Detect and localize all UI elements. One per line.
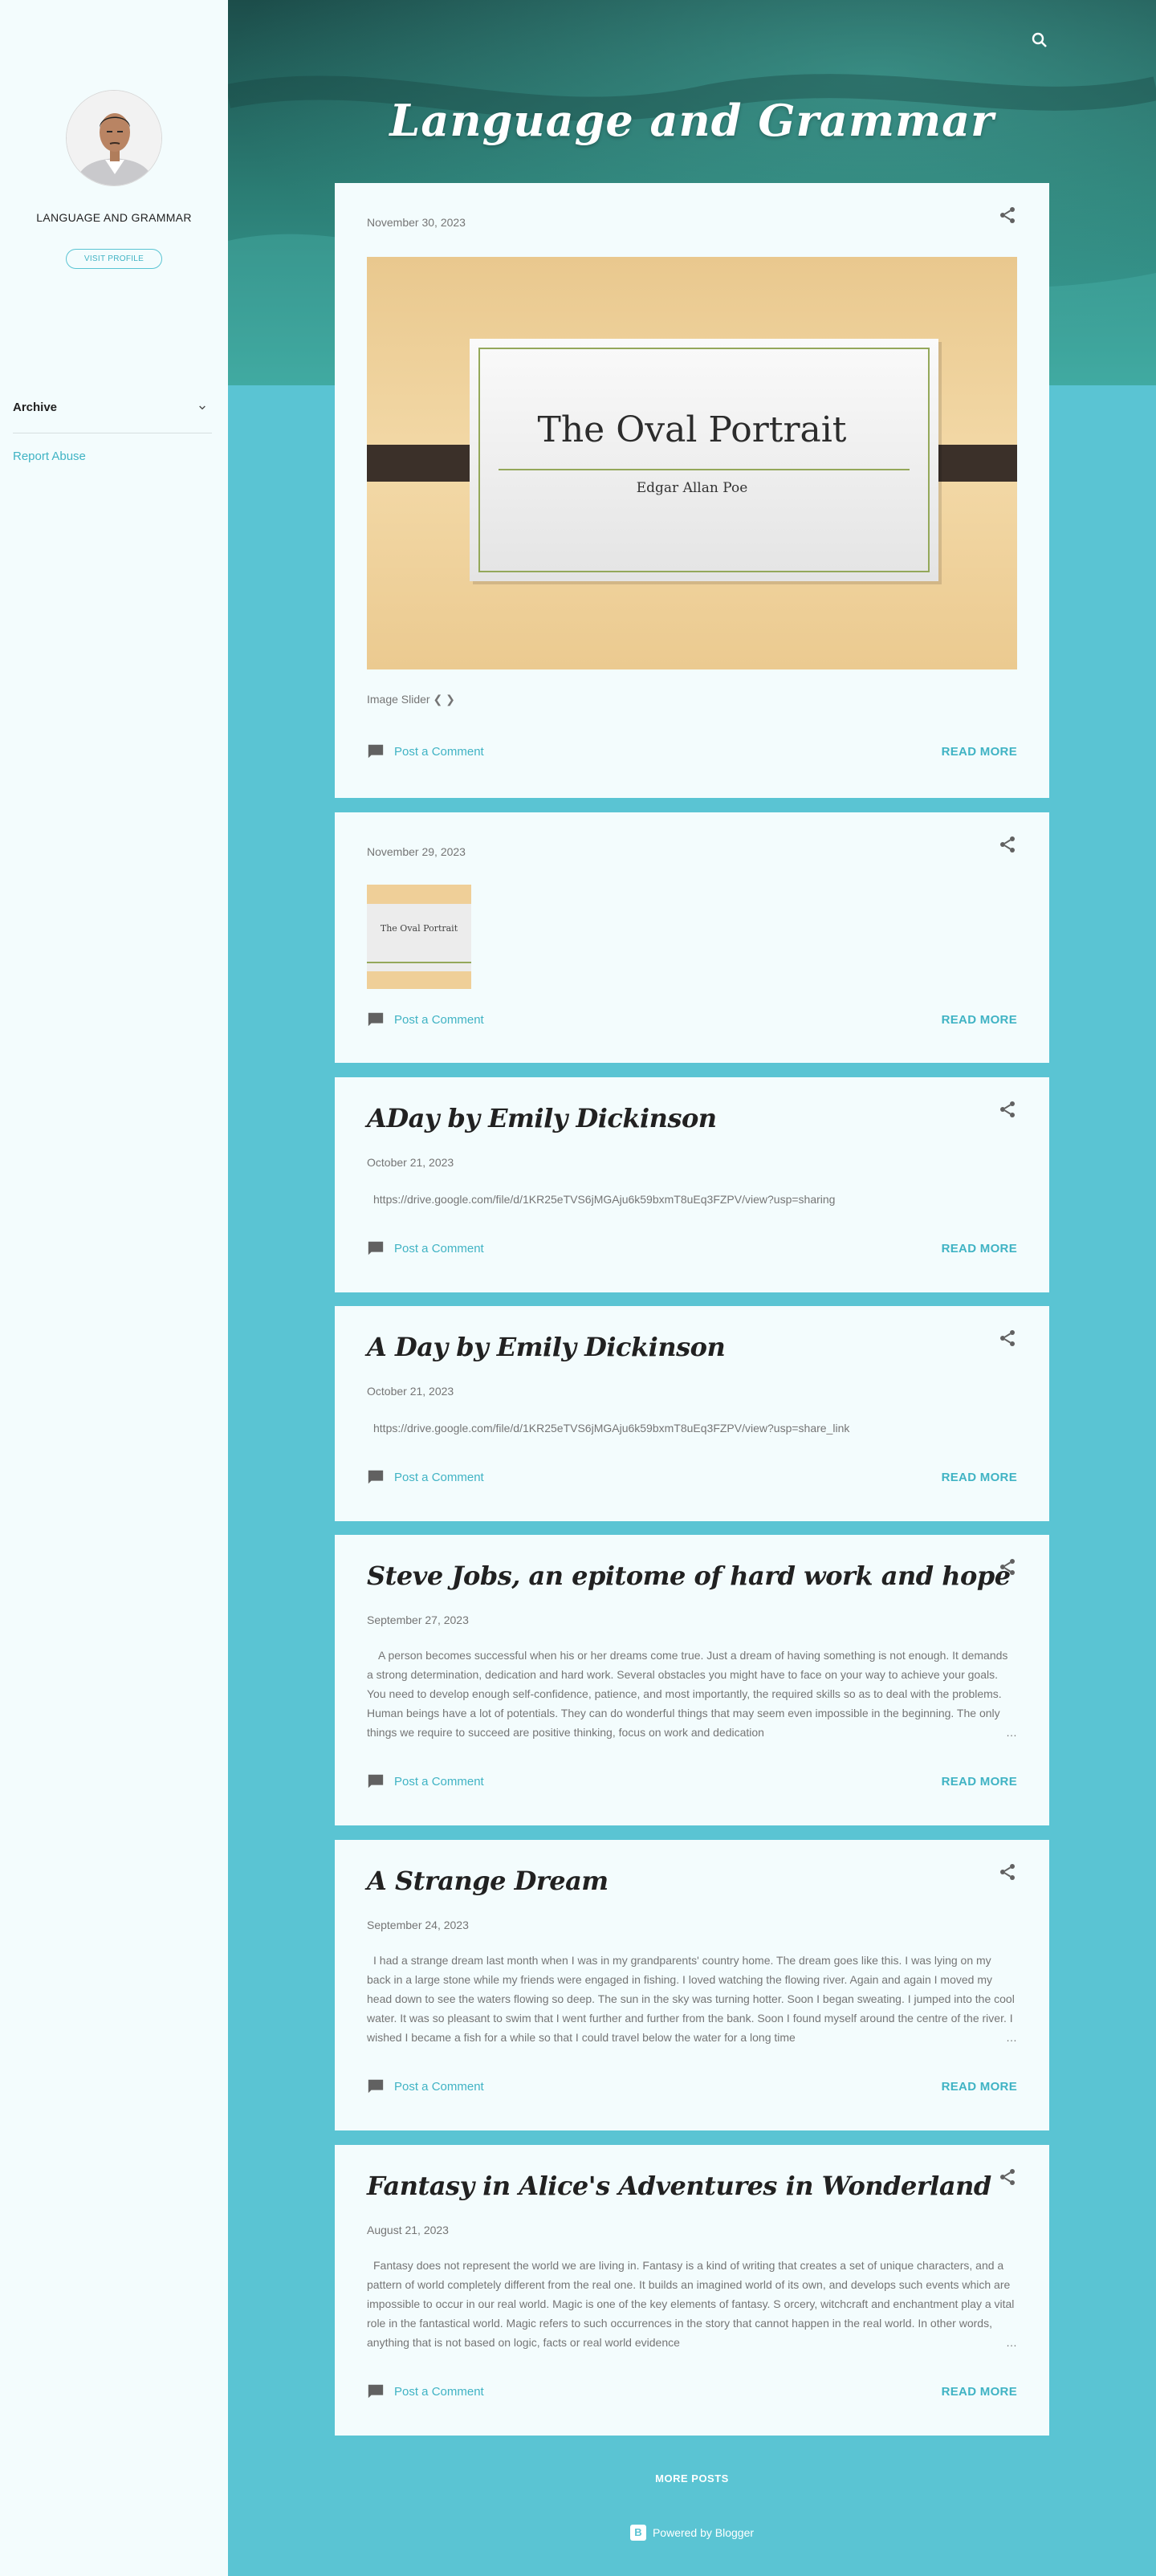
thumbnail-title: The Oval Portrait bbox=[380, 923, 458, 934]
share-icon[interactable] bbox=[998, 1100, 1017, 1119]
post-snippet-text: A person becomes successful when his or … bbox=[367, 1649, 1008, 1739]
post-comment-link[interactable]: Post a Comment bbox=[367, 2077, 484, 2095]
post-date: November 30, 2023 bbox=[367, 216, 466, 229]
share-icon[interactable] bbox=[998, 1557, 1017, 1577]
post-card: A Strange Dream September 24, 2023 I had… bbox=[335, 1840, 1049, 2130]
ellipsis: … bbox=[951, 2333, 1017, 2352]
comment-icon bbox=[368, 2384, 384, 2399]
post-title[interactable]: A Day by Emily Dickinson bbox=[367, 1332, 726, 1362]
post-date: September 24, 2023 bbox=[367, 1919, 469, 1931]
share-icon[interactable] bbox=[998, 835, 1017, 854]
slide-subtitle: Edgar Allan Poe bbox=[636, 480, 748, 496]
post-snippet: https://drive.google.com/file/d/1KR25eTV… bbox=[373, 1193, 836, 1206]
post-thumbnail[interactable]: The Oval Portrait bbox=[367, 885, 471, 989]
search-icon[interactable] bbox=[1030, 31, 1049, 50]
post-card: Steve Jobs, an epitome of hard work and … bbox=[335, 1535, 1049, 1825]
post-date: August 21, 2023 bbox=[367, 2224, 449, 2236]
visit-profile-button[interactable]: VISIT PROFILE bbox=[66, 249, 162, 269]
read-more-button[interactable]: READ MORE bbox=[942, 1013, 1017, 1027]
comment-icon bbox=[368, 1470, 384, 1484]
post-comment-link[interactable]: Post a Comment bbox=[367, 2383, 484, 2400]
post-comment-label: Post a Comment bbox=[394, 2384, 484, 2399]
slide-title: The Oval Portrait bbox=[537, 409, 847, 450]
slide-graphic bbox=[367, 257, 1017, 669]
post-snippet-text: Fantasy does not represent the world we … bbox=[367, 2259, 1015, 2349]
post-card: November 30, 2023 The Oval Portrait Edga… bbox=[335, 183, 1049, 798]
post-snippet: I had a strange dream last month when I … bbox=[367, 1951, 1017, 2047]
post-comment-link[interactable]: Post a Comment bbox=[367, 743, 484, 760]
post-comment-label: Post a Comment bbox=[394, 1470, 484, 1484]
chevron-down-icon bbox=[199, 405, 206, 410]
read-more-button[interactable]: READ MORE bbox=[942, 1471, 1017, 1484]
post-title[interactable]: ADay by Emily Dickinson bbox=[367, 1103, 717, 1133]
thumbnail-graphic bbox=[367, 885, 471, 989]
post-image[interactable]: The Oval Portrait Edgar Allan Poe bbox=[367, 257, 1017, 669]
read-more-button[interactable]: READ MORE bbox=[942, 2080, 1017, 2094]
post-snippet: A person becomes successful when his or … bbox=[367, 1646, 1017, 1742]
blogger-icon: B bbox=[629, 2525, 646, 2541]
post-date: October 21, 2023 bbox=[367, 1385, 454, 1398]
comment-icon bbox=[368, 1012, 384, 1027]
comment-icon bbox=[368, 1241, 384, 1255]
post-comment-label: Post a Comment bbox=[394, 1241, 484, 1255]
share-icon[interactable] bbox=[998, 206, 1017, 225]
ellipsis: … bbox=[946, 1723, 1017, 1742]
read-more-button[interactable]: READ MORE bbox=[942, 745, 1017, 759]
powered-by-label: Powered by Blogger bbox=[652, 2526, 755, 2539]
post-card: Fantasy in Alice's Adventures in Wonderl… bbox=[335, 2145, 1049, 2436]
post-comment-link[interactable]: Post a Comment bbox=[367, 1239, 484, 1257]
post-comment-label: Post a Comment bbox=[394, 1012, 484, 1027]
post-comment-label: Post a Comment bbox=[394, 744, 484, 759]
blog-title[interactable]: Language and Grammar bbox=[228, 95, 1156, 146]
sidebar: LANGUAGE AND GRAMMAR VISIT PROFILE Archi… bbox=[0, 0, 228, 2576]
share-icon[interactable] bbox=[998, 2167, 1017, 2187]
comment-icon bbox=[368, 744, 384, 759]
post-comment-label: Post a Comment bbox=[394, 2079, 484, 2094]
ellipsis: … bbox=[951, 2028, 1017, 2047]
report-abuse-link[interactable]: Report Abuse bbox=[13, 450, 86, 463]
post-snippet: https://drive.google.com/file/d/1KR25eTV… bbox=[373, 1422, 850, 1435]
post-date: November 29, 2023 bbox=[367, 845, 466, 858]
profile-name[interactable]: LANGUAGE AND GRAMMAR bbox=[0, 211, 228, 224]
post-comment-link[interactable]: Post a Comment bbox=[367, 1011, 484, 1028]
post-comment-label: Post a Comment bbox=[394, 1774, 484, 1789]
post-title[interactable]: Steve Jobs, an epitome of hard work and … bbox=[367, 1561, 1011, 1591]
powered-by-blogger[interactable]: B Powered by Blogger bbox=[228, 2525, 1156, 2541]
archive-label: Archive bbox=[13, 401, 58, 414]
post-comment-link[interactable]: Post a Comment bbox=[367, 1772, 484, 1790]
post-comment-link[interactable]: Post a Comment bbox=[367, 1468, 484, 1486]
comment-icon bbox=[368, 1774, 384, 1789]
post-snippet-text: I had a strange dream last month when I … bbox=[367, 1954, 1015, 2044]
post-date: October 21, 2023 bbox=[367, 1156, 454, 1169]
comment-icon bbox=[368, 2079, 384, 2094]
post-snippet: Fantasy does not represent the world we … bbox=[367, 2256, 1017, 2352]
read-more-button[interactable]: READ MORE bbox=[942, 2385, 1017, 2399]
post-title[interactable]: A Strange Dream bbox=[367, 1866, 609, 1896]
share-icon[interactable] bbox=[998, 1862, 1017, 1882]
avatar[interactable] bbox=[66, 90, 162, 186]
post-card: November 29, 2023 The Oval Portrait Post… bbox=[335, 812, 1049, 1063]
post-title[interactable]: Fantasy in Alice's Adventures in Wonderl… bbox=[367, 2171, 991, 2201]
share-icon[interactable] bbox=[998, 1329, 1017, 1348]
archive-toggle[interactable]: Archive bbox=[13, 400, 212, 433]
post-card: A Day by Emily Dickinson October 21, 202… bbox=[335, 1306, 1049, 1521]
post-date: September 27, 2023 bbox=[367, 1614, 469, 1626]
more-posts-button[interactable]: MORE POSTS bbox=[228, 2472, 1156, 2484]
read-more-button[interactable]: READ MORE bbox=[942, 1242, 1017, 1255]
read-more-button[interactable]: READ MORE bbox=[942, 1775, 1017, 1789]
profile-photo bbox=[67, 91, 161, 185]
post-card: ADay by Emily Dickinson October 21, 2023… bbox=[335, 1077, 1049, 1292]
image-slider-label: Image Slider ❮ ❯ bbox=[367, 693, 455, 706]
